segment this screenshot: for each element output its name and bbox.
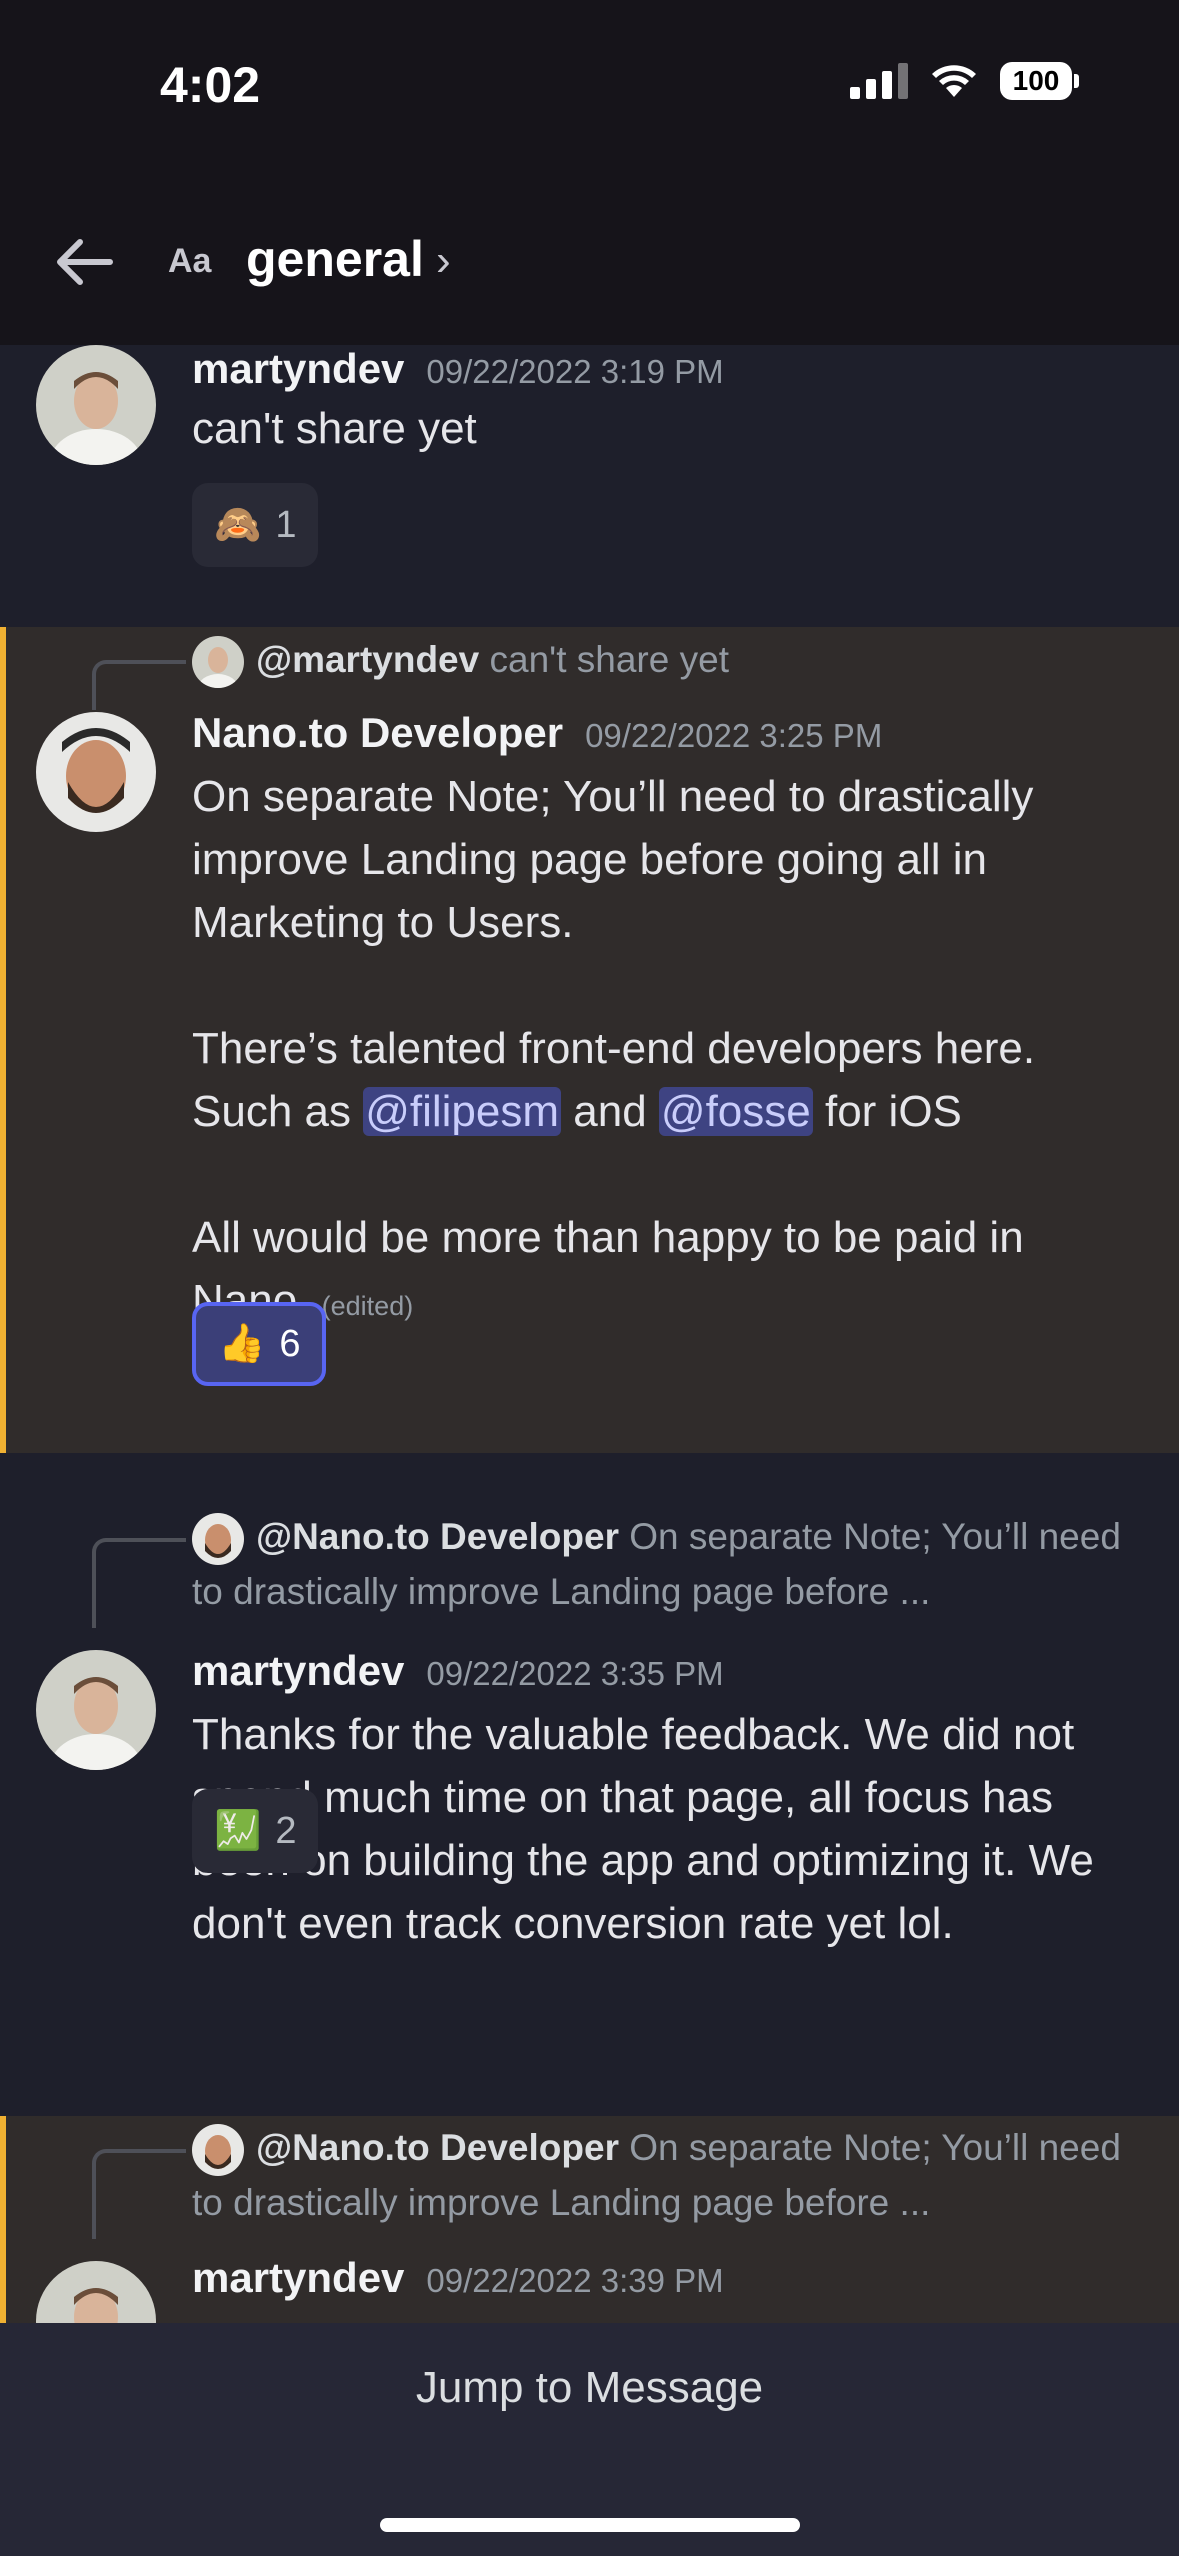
reply-avatar — [192, 1513, 244, 1566]
reaction-button[interactable]: 💹 2 — [192, 1789, 319, 1873]
reply-connector — [92, 2149, 186, 2239]
channel-title[interactable]: general — [246, 230, 424, 288]
battery-level: 100 — [1000, 62, 1072, 100]
reply-connector — [92, 660, 186, 710]
avatar[interactable] — [36, 345, 156, 465]
wifi-icon — [932, 65, 976, 97]
reply-mention: @martyndev — [256, 639, 480, 680]
channel-header: Aa general › — [0, 180, 1179, 345]
user-mention[interactable]: @filipesm — [363, 1087, 562, 1136]
message-timestamp: 09/22/2022 3:25 PM — [585, 717, 883, 754]
message-author[interactable]: Nano.to Developer 09/22/2022 3:25 PM — [192, 709, 882, 757]
user-mention[interactable]: @fosse — [658, 1087, 813, 1136]
status-bar: 4:02 100 — [0, 0, 1179, 180]
message-text: Thanks for the valuable feedback. We did… — [192, 1710, 1094, 1948]
reaction-button-active[interactable]: 👍 6 — [192, 1302, 327, 1386]
reply-mention: @Nano.to Developer — [256, 2127, 619, 2168]
reply-preview[interactable]: @Nano.to Developer On separate Note; You… — [192, 1510, 1142, 1619]
message-timestamp: 09/22/2022 3:39 PM — [426, 2262, 724, 2299]
reply-connector — [92, 1538, 186, 1628]
reply-preview[interactable]: @Nano.to Developer On separate Note; You… — [192, 2121, 1142, 2230]
avatar[interactable] — [36, 1650, 156, 1770]
font-size-toggle[interactable]: Aa — [168, 242, 211, 281]
reaction-count: 1 — [275, 503, 297, 546]
avatar[interactable] — [36, 2261, 156, 2323]
message-item: @Nano.to Developer On separate Note; You… — [0, 1453, 1179, 2083]
edited-label: (edited) — [321, 1291, 414, 1321]
reply-preview[interactable]: @martyndev can't share yet — [192, 633, 1142, 689]
status-time: 4:02 — [160, 57, 261, 113]
status-icons: 100 — [850, 62, 1079, 100]
chart-increasing-icon: 💹 — [214, 1810, 262, 1852]
avatar[interactable] — [36, 712, 156, 832]
see-no-evil-monkey-icon: 🙈 — [214, 504, 262, 546]
chevron-right-icon[interactable]: › — [436, 236, 451, 286]
reply-avatar — [192, 2124, 244, 2177]
reaction-count: 6 — [279, 1322, 301, 1365]
message-feed[interactable]: martyndev 09/22/2022 3:19 PM can't share … — [0, 345, 1179, 2323]
message-timestamp: 09/22/2022 3:19 PM — [426, 353, 724, 390]
back-arrow-icon[interactable] — [52, 230, 116, 294]
home-indicator[interactable] — [380, 2518, 800, 2532]
reaction-count: 2 — [275, 1809, 297, 1852]
message-item-highlighted: @Nano.to Developer On separate Note; You… — [0, 2116, 1179, 2323]
message-item: martyndev 09/22/2022 3:19 PM can't share … — [0, 345, 1179, 627]
message-item-highlighted: @martyndev can't share yet Nano.to Devel… — [0, 627, 1179, 1453]
jump-to-message-button[interactable]: Jump to Message — [0, 2363, 1179, 2413]
message-author[interactable]: martyndev 09/22/2022 3:35 PM — [192, 1647, 724, 1695]
thumbs-up-icon: 👍 — [218, 1323, 266, 1365]
reply-text: can't share yet — [489, 639, 729, 680]
reaction-button[interactable]: 🙈 1 — [192, 483, 319, 567]
cellular-signal-icon — [850, 63, 908, 99]
reply-avatar — [192, 636, 244, 689]
battery-icon: 100 — [1000, 62, 1079, 100]
message-author[interactable]: martyndev 09/22/2022 3:19 PM — [192, 345, 724, 393]
message-author[interactable]: martyndev 09/22/2022 3:39 PM — [192, 2254, 724, 2302]
reply-mention: @Nano.to Developer — [256, 1516, 619, 1557]
message-timestamp: 09/22/2022 3:35 PM — [426, 1655, 724, 1692]
message-text: On separate Note; You’ll need to drastic… — [192, 772, 1036, 1325]
message-text: can't share yet — [192, 404, 477, 453]
